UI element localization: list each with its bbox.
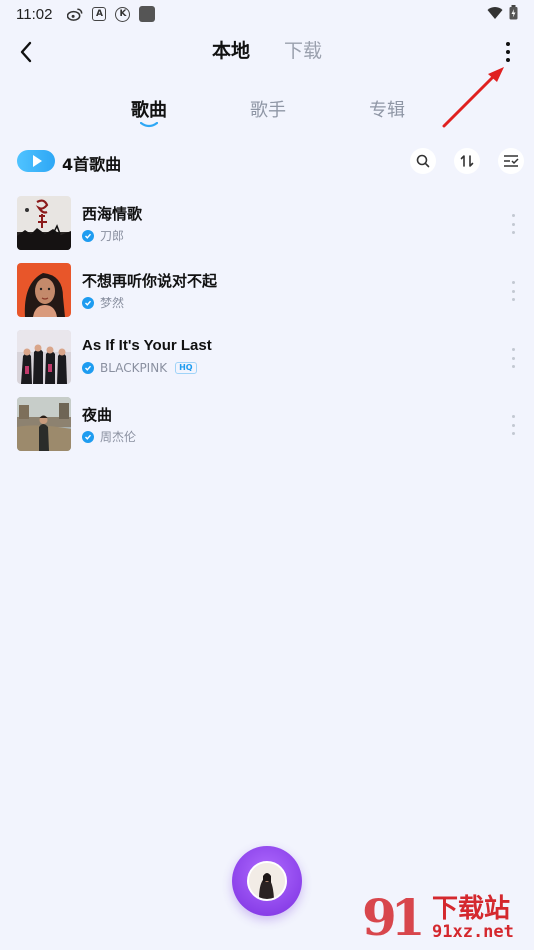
- tab-artists[interactable]: 歌手: [250, 96, 286, 122]
- watermark-title: 下载站: [432, 894, 511, 924]
- watermark-site: 91xz.net: [432, 922, 514, 942]
- song-more-button[interactable]: [510, 348, 516, 368]
- song-artist: 刀郎: [100, 229, 125, 243]
- wifi-icon: [487, 6, 503, 24]
- verified-check-icon: [82, 296, 94, 309]
- song-row[interactable]: 夜曲 周杰伦: [0, 395, 534, 462]
- header: 本地 下载: [0, 30, 534, 74]
- song-meta: 周杰伦: [82, 428, 136, 445]
- song-row[interactable]: 不想再听你说对不起 梦然: [0, 261, 534, 328]
- song-more-button[interactable]: [510, 281, 516, 301]
- verified-check-icon: [82, 229, 94, 242]
- tab-local[interactable]: 本地: [212, 36, 250, 63]
- tab-albums[interactable]: 专辑: [369, 96, 405, 122]
- album-cover: [17, 397, 71, 451]
- song-meta: 刀郎: [82, 227, 124, 244]
- song-toolbar: 4首歌曲: [0, 148, 534, 178]
- now-playing-cover: [247, 861, 287, 901]
- app-square-icon: [139, 6, 156, 22]
- song-title: 夜曲: [82, 407, 113, 424]
- song-title: 西海情歌: [82, 206, 143, 223]
- sub-tabs: 歌曲 歌手 专辑: [0, 94, 534, 134]
- song-more-button[interactable]: [510, 415, 516, 435]
- multi-select-button[interactable]: [498, 148, 524, 174]
- multi-select-icon: [504, 155, 519, 167]
- song-artist: BLACKPINK: [100, 361, 168, 375]
- status-bar: 11:02 A K: [0, 0, 534, 28]
- weibo-icon: [67, 6, 83, 22]
- song-title: As If It's Your Last: [82, 337, 212, 354]
- k-circle-icon: K: [115, 6, 131, 22]
- header-tabs: 本地 下载: [0, 36, 534, 63]
- verified-check-icon: [82, 362, 94, 374]
- song-row[interactable]: 西海情歌 刀郎: [0, 194, 534, 261]
- watermark: 91 下载站 91xz.net: [362, 886, 532, 950]
- song-more-button[interactable]: [510, 214, 516, 234]
- tab-indicator: [140, 122, 158, 128]
- song-meta: BLACKPINK HQ: [82, 361, 197, 375]
- song-artist: 周杰伦: [100, 430, 137, 444]
- more-menu-button[interactable]: [496, 38, 520, 66]
- status-time: 11:02: [16, 5, 53, 23]
- song-artist: 梦然: [100, 296, 125, 310]
- play-all-button[interactable]: [17, 150, 55, 172]
- album-cover: [17, 330, 71, 384]
- album-cover: [17, 196, 71, 250]
- song-row[interactable]: As If It's Your Last BLACKPINK HQ: [0, 328, 534, 395]
- song-count: 4首歌曲: [62, 155, 122, 174]
- tab-download[interactable]: 下载: [284, 36, 322, 63]
- song-meta: 梦然: [82, 294, 124, 311]
- tab-songs[interactable]: 歌曲: [131, 96, 167, 122]
- watermark-logo: 91: [362, 888, 426, 947]
- album-cover: [17, 263, 71, 317]
- a-box-icon: A: [92, 7, 107, 21]
- hq-badge: HQ: [175, 362, 197, 374]
- verified-check-icon: [82, 430, 94, 443]
- search-icon: [416, 154, 430, 168]
- battery-icon: [509, 5, 518, 24]
- song-list: 西海情歌 刀郎 不想再听你说对不起 梦然 As If It's Your Las…: [0, 194, 534, 462]
- search-button[interactable]: [410, 148, 436, 174]
- sort-icon: [460, 155, 474, 167]
- mini-player-button[interactable]: [232, 846, 302, 916]
- song-title: 不想再听你说对不起: [82, 273, 218, 290]
- sort-button[interactable]: [454, 148, 480, 174]
